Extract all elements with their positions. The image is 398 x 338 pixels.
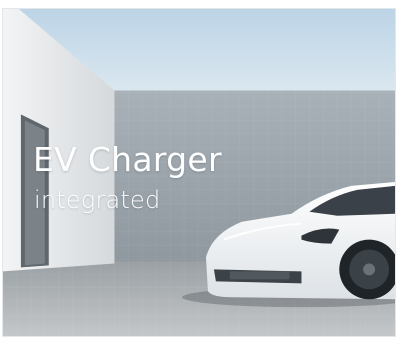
card-subtitle: integrated bbox=[34, 186, 161, 214]
card-title: EV Charger bbox=[33, 140, 222, 179]
ev-charger-card[interactable]: EV Charger integrated bbox=[2, 8, 396, 337]
